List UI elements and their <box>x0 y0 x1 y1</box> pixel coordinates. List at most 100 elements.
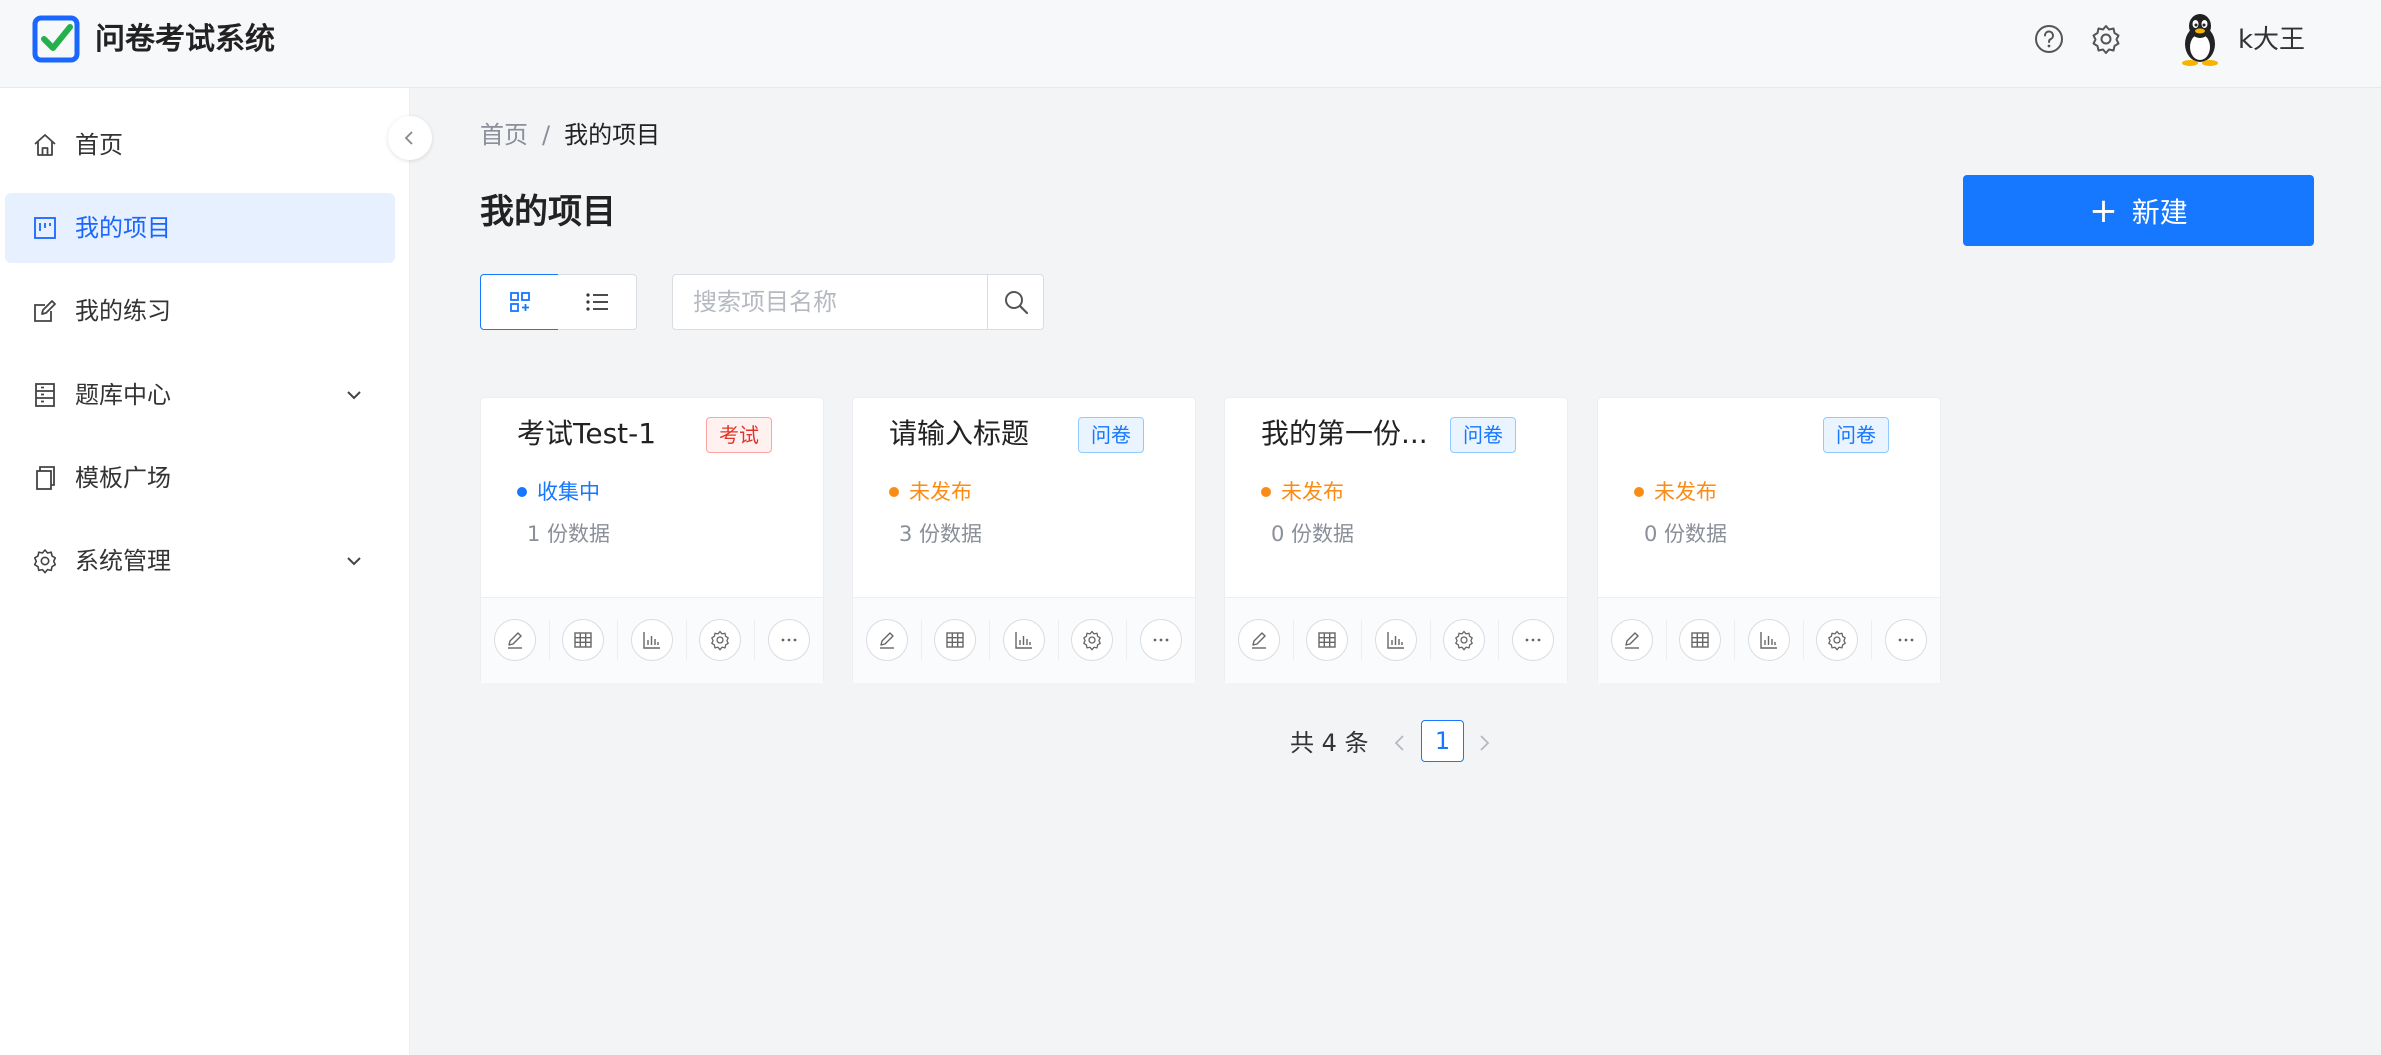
edit-icon <box>879 632 895 649</box>
sidebar-item-system-management[interactable]: 系统管理 <box>5 526 395 596</box>
data-table-button[interactable] <box>1679 619 1721 661</box>
page-title: 我的项目 <box>480 192 616 232</box>
top-header: 问卷考试系统 k大王 <box>0 0 2381 88</box>
table-icon <box>574 632 592 648</box>
sidebar-item-label: 我的练习 <box>75 297 171 325</box>
edit-button[interactable] <box>1611 619 1653 661</box>
card-actions <box>1598 597 1940 683</box>
settings-icon[interactable] <box>2089 22 2123 56</box>
new-project-button[interactable]: + 新建 <box>1963 175 2314 246</box>
app-title[interactable]: 问卷考试系统 <box>95 20 275 60</box>
project-icon <box>34 217 56 239</box>
sidebar: 首页 我的项目 我的练习 题库中心 模板广场 系统管理 <box>0 88 410 1055</box>
grid-view-icon <box>509 292 530 312</box>
sidebar-collapse-button[interactable] <box>388 116 432 160</box>
card-settings-button[interactable] <box>1443 619 1485 661</box>
sidebar-item-home[interactable]: 首页 <box>5 110 395 180</box>
settings-icon <box>1455 630 1473 651</box>
chevron-right-icon[interactable] <box>1472 731 1496 755</box>
card-settings-button[interactable] <box>1071 619 1113 661</box>
help-icon[interactable] <box>2032 22 2066 56</box>
grid-view-button[interactable] <box>480 274 559 330</box>
card-actions <box>853 597 1195 683</box>
card-settings-button[interactable] <box>1816 619 1858 661</box>
avatar[interactable] <box>2176 12 2224 66</box>
more-icon <box>781 638 797 642</box>
statistics-button[interactable] <box>631 619 673 661</box>
card-type-tag: 问卷 <box>1450 417 1516 453</box>
breadcrumb-current: 我的项目 <box>564 121 661 149</box>
statistics-button[interactable] <box>1375 619 1417 661</box>
data-table-button[interactable] <box>562 619 604 661</box>
edit-icon <box>1624 632 1640 649</box>
gear-icon <box>33 549 57 574</box>
chevron-down-icon[interactable] <box>343 550 365 572</box>
search-input[interactable] <box>672 274 988 330</box>
edit-button[interactable] <box>494 619 536 661</box>
search-icon <box>1004 291 1028 315</box>
statistics-button[interactable] <box>1748 619 1790 661</box>
card-title[interactable]: 请输入标题 <box>889 414 1029 454</box>
edit-button[interactable] <box>1238 619 1280 661</box>
table-icon <box>1691 632 1709 648</box>
chart-icon <box>643 631 661 649</box>
pagination-page-1[interactable]: 1 <box>1421 720 1464 762</box>
table-icon <box>946 632 964 648</box>
data-table-button[interactable] <box>1306 619 1348 661</box>
edit-icon <box>1251 632 1267 649</box>
chevron-left-icon <box>404 131 413 145</box>
chart-icon <box>1387 631 1405 649</box>
breadcrumb: 首页 / 我的项目 <box>480 118 660 152</box>
sidebar-item-label: 模板广场 <box>75 464 171 492</box>
card-actions <box>481 597 823 683</box>
card-title[interactable]: 考试Test-1 <box>517 414 656 454</box>
pagination-total: 共 4 条 <box>1290 729 1369 757</box>
card-title[interactable]: 我的第一份... <box>1261 414 1428 454</box>
statistics-button[interactable] <box>1003 619 1045 661</box>
card-data-count: 0 份数据 <box>1644 522 1728 546</box>
sidebar-item-question-bank[interactable]: 题库中心 <box>5 360 395 430</box>
sidebar-item-template-square[interactable]: 模板广场 <box>5 443 395 513</box>
card-status: 未发布 <box>1261 477 1344 507</box>
card-data-count: 0 份数据 <box>1271 522 1355 546</box>
sidebar-item-my-practice[interactable]: 我的练习 <box>5 276 395 346</box>
data-table-button[interactable] <box>934 619 976 661</box>
more-button[interactable] <box>1140 619 1182 661</box>
chart-icon <box>1015 631 1033 649</box>
chevron-down-icon[interactable] <box>343 384 365 406</box>
edit-icon <box>34 300 56 322</box>
project-card[interactable]: 我的第一份... 问卷 未发布 0 份数据 <box>1224 397 1568 683</box>
more-button[interactable] <box>768 619 810 661</box>
card-type-tag: 考试 <box>706 417 772 453</box>
app-logo-icon[interactable] <box>32 15 80 63</box>
card-data-count: 3 份数据 <box>899 522 983 546</box>
chevron-left-icon[interactable] <box>1388 731 1412 755</box>
settings-icon <box>711 630 729 651</box>
project-card[interactable]: 考试Test-1 考试 收集中 1 份数据 <box>480 397 824 683</box>
search-button[interactable] <box>987 274 1044 330</box>
breadcrumb-home-link[interactable]: 首页 <box>480 121 528 149</box>
project-card[interactable]: 请输入标题 问卷 未发布 3 份数据 <box>852 397 1196 683</box>
card-settings-button[interactable] <box>699 619 741 661</box>
table-icon <box>1318 632 1336 648</box>
card-data-count: 1 份数据 <box>527 522 611 546</box>
sidebar-item-label: 首页 <box>75 131 123 159</box>
user-name[interactable]: k大王 <box>2238 22 2305 58</box>
settings-icon <box>1083 630 1101 651</box>
sidebar-item-my-projects[interactable]: 我的项目 <box>5 193 395 263</box>
chart-icon <box>1760 631 1778 649</box>
sidebar-item-label: 系统管理 <box>75 547 171 575</box>
more-button[interactable] <box>1512 619 1554 661</box>
edit-button[interactable] <box>866 619 908 661</box>
more-button[interactable] <box>1885 619 1927 661</box>
sidebar-item-label: 题库中心 <box>75 381 171 409</box>
template-icon <box>36 466 55 490</box>
breadcrumb-separator: / <box>542 121 551 149</box>
card-status: 未发布 <box>1634 477 1717 507</box>
project-card[interactable]: 问卷 未发布 0 份数据 <box>1597 397 1941 683</box>
list-view-icon <box>586 293 608 311</box>
card-type-tag: 问卷 <box>1078 417 1144 453</box>
sidebar-item-label: 我的项目 <box>75 214 171 242</box>
list-view-button[interactable] <box>558 274 637 330</box>
question-bank-icon <box>35 383 55 407</box>
